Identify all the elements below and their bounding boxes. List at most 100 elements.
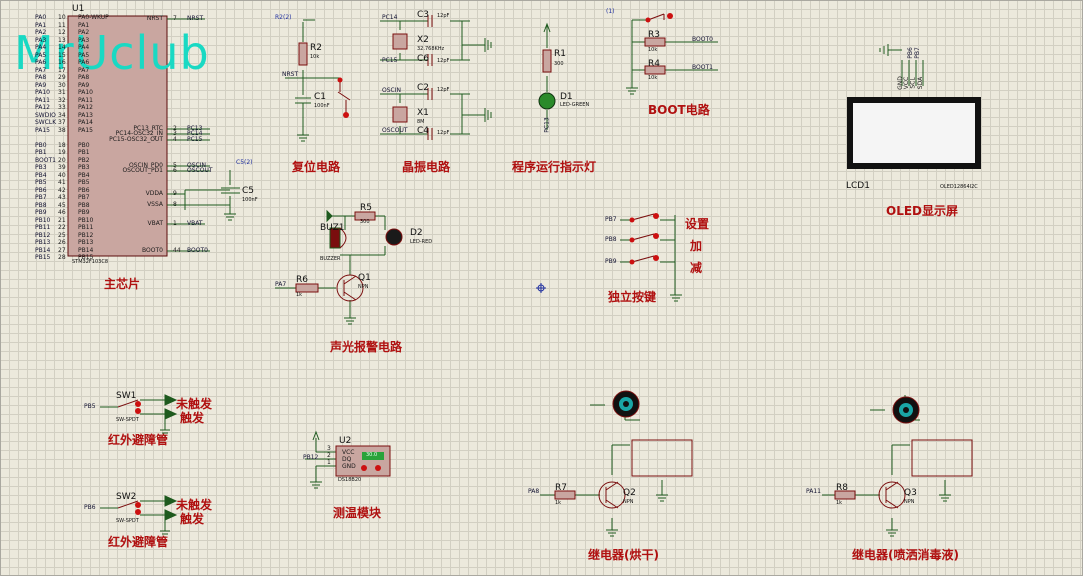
mcu-left-pin-name: PA7	[78, 66, 90, 74]
mcu-left-net: PA12	[35, 104, 50, 111]
mcu-left-pin-name: PB14	[78, 246, 94, 254]
mcu-left-net: PB11	[35, 224, 51, 231]
mcu-right-pin-name: PC15-OSC32_OUT	[109, 136, 163, 143]
oled-net-pb7: PB7	[913, 47, 921, 59]
key-net-pb7: PB7	[605, 216, 617, 223]
r5-ref: R5	[360, 203, 372, 213]
sw2-state-triggered[interactable]: 触发	[180, 513, 204, 525]
mcu-left-pin-number: 18	[58, 141, 66, 149]
mcu-left-pin-name: PA3	[78, 36, 90, 44]
mcu-left-net: PA15	[35, 126, 50, 134]
mcu-left-pin-name: PB6	[78, 186, 90, 194]
r4-ref: R4	[648, 59, 660, 69]
mcu-left-net: PA0	[35, 14, 47, 21]
c2-value: 12pF	[437, 87, 450, 93]
mcu-left-net: PB7	[35, 194, 47, 201]
mcu-left-pin-number: 11	[58, 21, 66, 29]
mcu-right-pin-name: VSSA	[147, 201, 163, 208]
sw2-value: SW-SPDT	[116, 518, 139, 524]
r5-value: 300	[360, 219, 370, 225]
key-net-pb9: PB9	[605, 258, 617, 265]
sw2-ref: SW2	[116, 492, 137, 502]
section-title-relay2: 继电器(喷洒消毒液)	[852, 548, 959, 562]
u2-pin-gnd: GND	[342, 463, 356, 470]
r7-value: 1k	[555, 500, 562, 506]
mcu-left-pin-number: 12	[58, 29, 66, 36]
mcu-left-pin-number: 10	[58, 14, 66, 21]
mcu-right-net: NRST	[187, 15, 204, 22]
mcu-right-pin-number: 8	[173, 201, 177, 208]
mcu-left-pin-name: PA12	[78, 104, 93, 111]
mcu-right-net: PC15	[187, 136, 203, 143]
r2-value: 10k	[310, 54, 320, 60]
mcu-left-pin-number: 31	[58, 89, 66, 96]
mcu-left-pin-number: 30	[58, 81, 66, 89]
crystal-net-oscout: OSCOUT	[382, 127, 408, 134]
section-title-reset: 复位电路	[292, 160, 341, 174]
c1-ref: C1	[314, 92, 327, 102]
section-title-ir1: 红外避障管	[108, 433, 169, 447]
reset-net-label: NRST	[282, 71, 299, 78]
runled-net-label: PC13	[543, 117, 551, 133]
mcu-left-pin-number: 42	[58, 186, 66, 194]
mcu-left-net: PA9	[35, 81, 47, 89]
mcu-left-pin-number: 32	[58, 96, 66, 104]
mcu-left-pin-number: 37	[58, 119, 66, 126]
mcu-left-pin-number: 41	[58, 179, 66, 186]
mcu-left-pin-number: 33	[58, 104, 66, 111]
mcu-left-net: SWDIO	[35, 111, 56, 119]
mcu-right-net: BOOT0	[187, 247, 208, 254]
mcu-left-pin-number: 34	[58, 111, 66, 119]
mcu-left-net: PB15	[35, 254, 51, 261]
mcu-right-net: OSCOUT	[187, 167, 213, 174]
mcu-left-net: PB6	[35, 186, 47, 194]
mcu-left-net: PA7	[35, 66, 47, 74]
section-title-keys: 独立按键	[608, 290, 657, 304]
d1-value: LED-GREEN	[560, 102, 590, 108]
sw1-state-untriggered[interactable]: 未触发	[176, 398, 212, 410]
c6-ref: C6	[417, 54, 430, 64]
section-title-boot: BOOT电路	[648, 103, 710, 117]
mcu-right-pin-name: BOOT0	[142, 247, 163, 254]
q2-value: NPN	[623, 499, 634, 505]
mcu-left-net: PB14	[35, 246, 51, 254]
mcu-left-pin-name: PA10	[78, 89, 93, 96]
mcu-left-pin-name: PA13	[78, 111, 93, 119]
section-title-crystal: 晶振电路	[402, 160, 451, 174]
r8-ref: R8	[836, 483, 848, 493]
mcu-right-pin-number: 9	[173, 190, 177, 197]
c3-value: 12pF	[437, 13, 450, 19]
mcu-right-pin-number: 7	[173, 15, 177, 22]
mcu-left-pin-number: 46	[58, 209, 66, 216]
mcu-left-pin-name: PB4	[78, 171, 90, 179]
temp-net-label: PB12	[303, 454, 319, 461]
mcu-left-pin-number: 28	[58, 254, 66, 261]
key-label-minus[interactable]: 减	[690, 262, 702, 274]
mcu-left-pin-name: PA8	[78, 74, 90, 81]
mcu-right-pin-name: VBAT	[147, 220, 163, 227]
mcu-left-pin-number: 29	[58, 74, 66, 81]
r6-value: 1k	[296, 292, 303, 298]
mcu-left-pin-number: 17	[58, 66, 66, 74]
key-label-plus[interactable]: 加	[690, 240, 702, 252]
r4-value: 10k	[648, 75, 658, 81]
mcu-left-pin-number: 16	[58, 59, 66, 66]
mcu-left-pin-name: PB12	[78, 231, 94, 239]
mcu-left-pin-name: PB10	[78, 216, 94, 224]
mcu-left-net: PA1	[35, 21, 47, 29]
section-title-oled: OLED显示屏	[886, 204, 959, 218]
r7-ref: R7	[555, 483, 567, 493]
mcu-right-pin-name: OSCOUT_PD1	[122, 167, 163, 174]
key-label-set[interactable]: 设置	[685, 218, 709, 230]
d2-ref: D2	[410, 228, 423, 238]
mcu-left-pin-number: 45	[58, 201, 66, 209]
mcu-left-pin-name: PB1	[78, 149, 90, 156]
section-title-ir2: 红外避障管	[108, 535, 169, 549]
section-title-alarm: 声光报警电路	[330, 340, 403, 354]
mcu-left-net: PA8	[35, 74, 47, 81]
sw1-state-triggered[interactable]: 触发	[180, 412, 204, 424]
q2-ref: Q2	[623, 488, 636, 498]
mcu-left-pin-name: PB7	[78, 194, 90, 201]
mcu-left-pin-name: PA9	[78, 81, 90, 89]
sw2-state-untriggered[interactable]: 未触发	[176, 499, 212, 511]
